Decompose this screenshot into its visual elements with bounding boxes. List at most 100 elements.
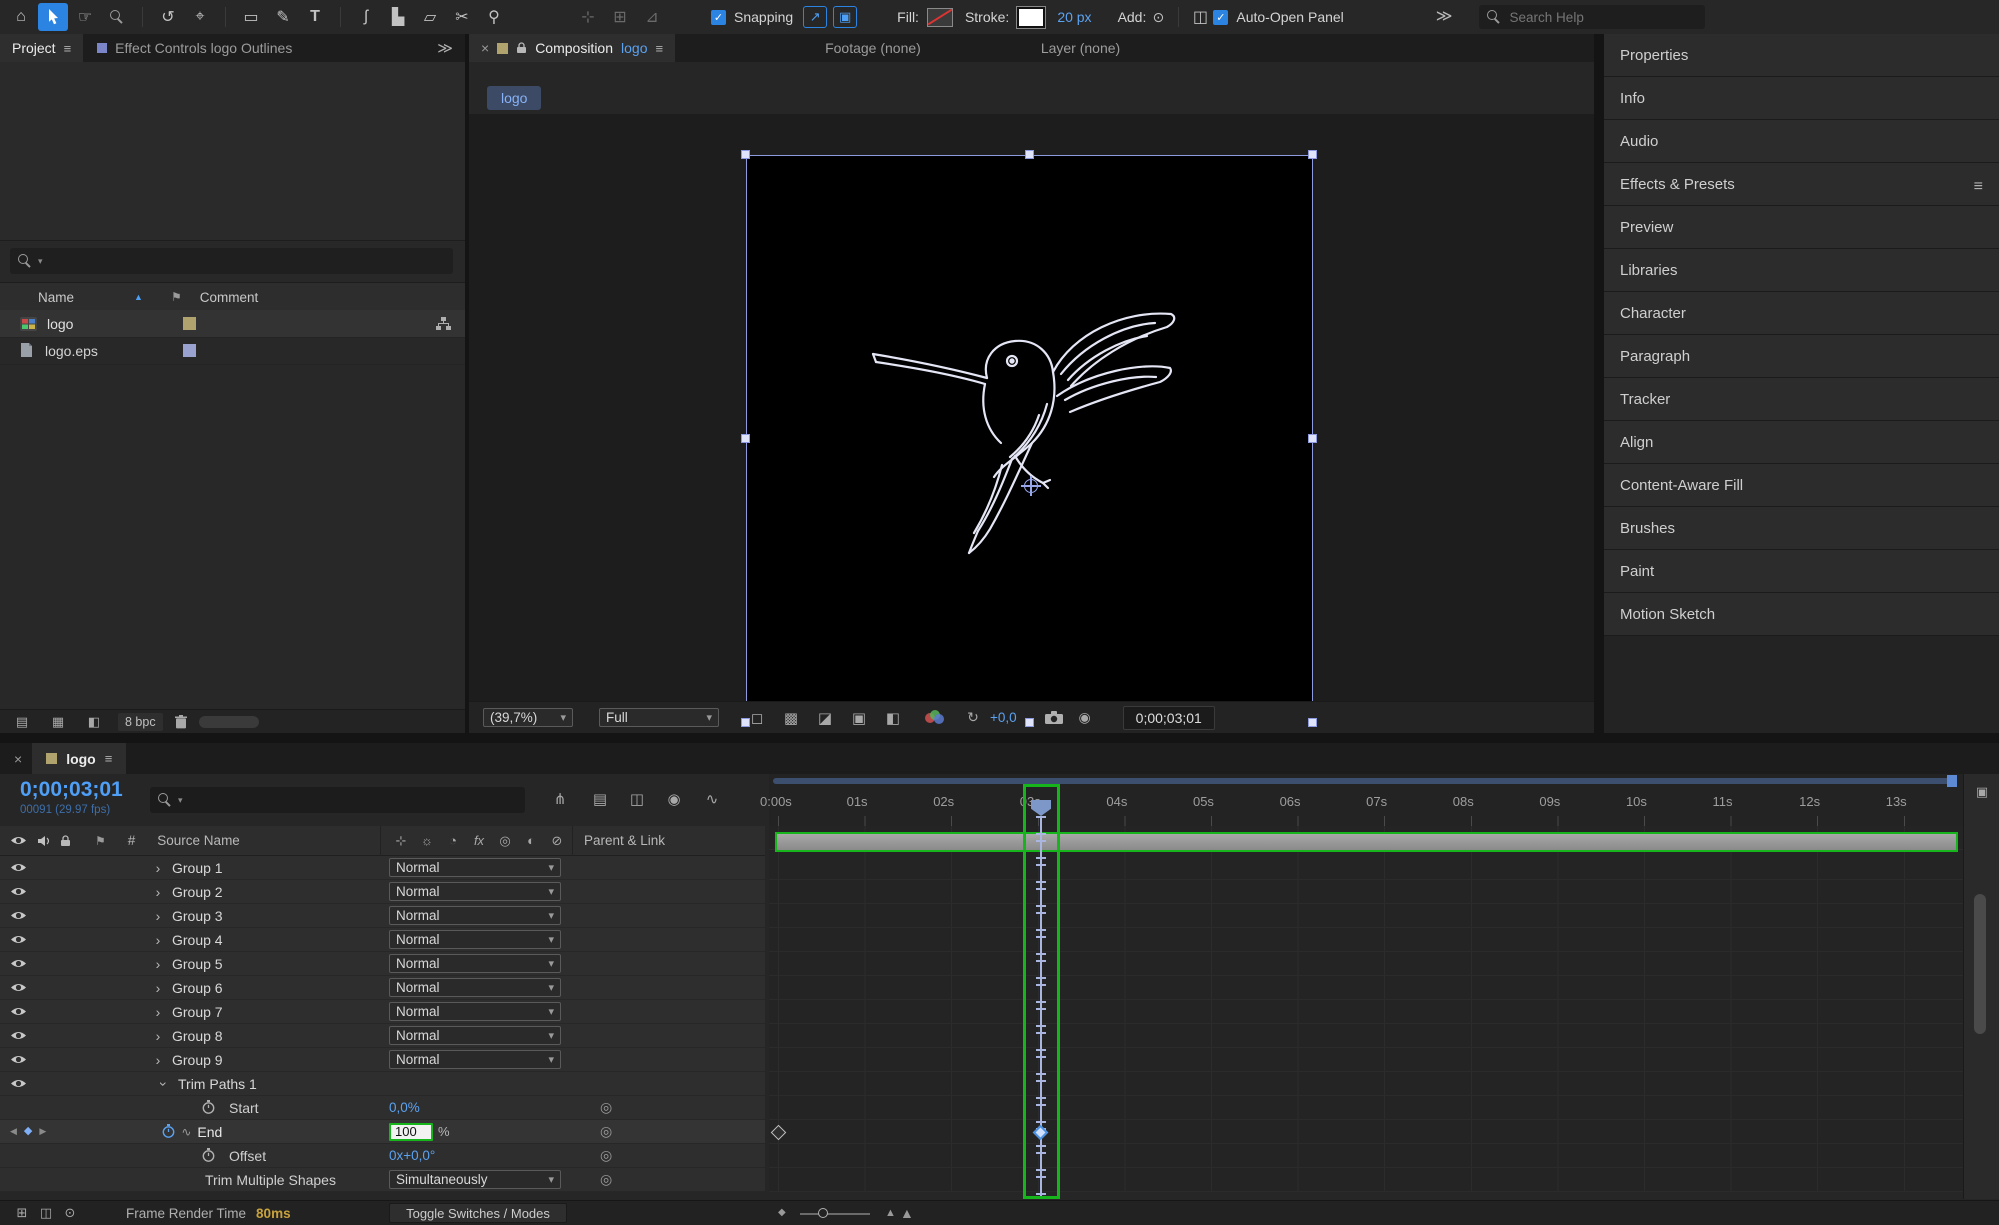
channels-icon[interactable] [925,710,945,726]
zoom-in-mountain-icon[interactable]: ▲ [885,1208,896,1219]
visibility-eye-icon[interactable] [10,958,27,969]
pick-whip-icon[interactable]: ◎ [600,1147,612,1164]
selection-handle[interactable] [741,434,750,443]
render-settings-icon[interactable]: ⊞ [10,1205,34,1221]
visibility-eye-icon[interactable] [10,1054,27,1065]
stroke-swatch[interactable] [1017,7,1045,28]
exposure-value[interactable]: +0,0 [990,710,1017,725]
composition-mini-flowchart-icon[interactable]: ⋔ [548,790,572,808]
end-value-input[interactable] [389,1123,433,1141]
new-folder-icon[interactable]: ▦ [46,714,70,730]
start-value[interactable]: 0,0% [389,1100,420,1115]
expand-arrow-icon[interactable]: › [152,981,164,995]
new-composition-icon[interactable]: ◧ [82,714,106,730]
pick-whip-icon[interactable]: ◎ [600,1171,612,1188]
project-row-logo-eps[interactable]: logo.eps [0,337,465,365]
timeline-row-group[interactable]: › Group 8 Normal ▾ [0,1024,765,1048]
project-row-logo[interactable]: logo [0,310,465,338]
expand-arrow-icon[interactable]: › [152,933,164,947]
panel-list-item[interactable]: Align [1604,421,1999,464]
pen-tool-icon[interactable]: ✎ [268,3,298,31]
timeline-row-group[interactable]: › Group 2 Normal ▾ [0,880,765,904]
panel-list-item[interactable]: Motion Sketch [1604,593,1999,636]
trim-multiple-dropdown[interactable]: Simultaneously ▾ [389,1170,561,1189]
timeline-row-trim-multiple[interactable]: Trim Multiple Shapes Simultaneously ▾ ◎ [0,1168,765,1192]
visibility-eye-icon[interactable] [10,1030,27,1041]
label-column-icon[interactable]: ⚑ [95,835,106,847]
panel-list-item[interactable]: Info [1604,77,1999,120]
zoom-slider-knob[interactable] [818,1208,828,1218]
collapse-arrow-icon[interactable]: › [157,1078,171,1090]
hide-shy-layers-icon[interactable]: ◫ [625,790,649,808]
panel-list-item[interactable]: Content-Aware Fill [1604,464,1999,507]
close-tab-icon[interactable]: × [481,41,489,55]
panel-list-item[interactable]: Paragraph [1604,335,1999,378]
panel-icon[interactable]: ◫ [1189,3,1211,31]
snap-to-features-icon[interactable]: ▣ [833,6,857,28]
visibility-eye-icon[interactable] [10,1078,27,1089]
timeline-row-end[interactable]: ◀ ◆ ▶ ∿ End % ◎ [0,1120,765,1144]
column-parent-link[interactable]: Parent & Link [584,833,665,848]
timeline-row-group[interactable]: › Group 6 Normal ▾ [0,976,765,1000]
bit-depth-badge[interactable]: 8 bpc [118,713,163,731]
composition-marker-icon[interactable]: ▣ [1970,784,1994,800]
next-keyframe-icon[interactable]: ▶ [39,1127,46,1136]
expand-arrow-icon[interactable]: › [152,1029,164,1043]
search-scope-chevron-icon[interactable]: ▾ [178,796,183,805]
vertical-scrollbar[interactable] [1974,894,1986,1034]
more-tools-icon[interactable]: ≫ [1436,9,1453,25]
fill-swatch[interactable] [927,8,953,27]
selection-tool-icon[interactable] [38,3,68,31]
panel-list-item[interactable]: Brushes [1604,507,1999,550]
timeline-row-trim-paths[interactable]: › Trim Paths 1 [0,1072,765,1096]
comp-timecode-box[interactable]: 0;00;03;01 [1123,706,1215,730]
expand-arrow-icon[interactable]: › [152,957,164,971]
blend-mode-dropdown[interactable]: Normal ▾ [389,954,561,973]
selection-handle[interactable] [1308,434,1317,443]
region-of-interest-icon[interactable]: ▣ [847,709,871,727]
panel-list-item[interactable]: Tracker [1604,378,1999,421]
time-navigator[interactable] [773,778,1951,784]
column-comment[interactable]: Comment [200,290,259,305]
visibility-eye-icon[interactable] [10,982,27,993]
hand-tool-icon[interactable]: ☞ [70,3,100,31]
expand-arrow-icon[interactable]: › [152,1053,164,1067]
track-area[interactable] [769,826,1963,1192]
stopwatch-icon[interactable] [202,1100,215,1115]
stopwatch-active-icon[interactable] [162,1124,175,1139]
project-search-box[interactable]: ▾ [10,248,453,274]
tab-project[interactable]: Project ≡ [0,34,83,62]
trash-icon[interactable] [175,715,187,729]
blend-mode-dropdown[interactable]: Normal ▾ [389,858,561,877]
blend-mode-dropdown[interactable]: Normal ▾ [389,930,561,949]
lock-icon[interactable] [516,42,527,54]
expand-arrow-icon[interactable]: › [152,1005,164,1019]
visibility-eye-icon[interactable] [10,910,27,921]
column-name[interactable]: Name [38,290,74,305]
clone-stamp-tool-icon[interactable]: ▙ [383,3,413,31]
panel-list-item[interactable]: Effects & Presets [1604,163,1999,206]
blend-mode-dropdown[interactable]: Normal ▾ [389,906,561,925]
layer-duration-bar[interactable] [775,832,1958,852]
blend-mode-dropdown[interactable]: Normal ▾ [389,978,561,997]
help-search-input[interactable] [1508,9,1672,26]
blend-mode-dropdown[interactable]: Normal ▾ [389,882,561,901]
shape-tool-icon[interactable]: ▭ [236,3,266,31]
type-tool-icon[interactable]: T [300,3,330,31]
timeline-row-offset[interactable]: Offset 0x+0,0° ◎ [0,1144,765,1168]
stroke-width-value[interactable]: 20 px [1057,9,1091,25]
panel-menu-icon[interactable]: ≡ [105,752,113,765]
zoom-out-diamond-icon[interactable]: ◆ [778,1208,786,1218]
effects-presets-menu-icon[interactable]: ≡ [1974,179,1983,195]
panel-list-item[interactable]: Preview [1604,206,1999,249]
stopwatch-icon[interactable] [202,1148,215,1163]
label-chip[interactable] [183,317,196,330]
snap-along-edges-icon[interactable]: ↗ [803,6,827,28]
expand-arrow-icon[interactable]: › [152,909,164,923]
viewer-tab-logo[interactable]: logo [487,86,541,110]
visibility-eye-icon[interactable] [10,862,27,873]
draft-3d-icon[interactable]: ▤ [588,790,612,808]
guide-layers-icon[interactable]: ◧ [881,709,905,727]
zoom-tool-icon[interactable] [102,3,132,31]
current-timecode[interactable]: 0;00;03;01 [20,778,123,802]
